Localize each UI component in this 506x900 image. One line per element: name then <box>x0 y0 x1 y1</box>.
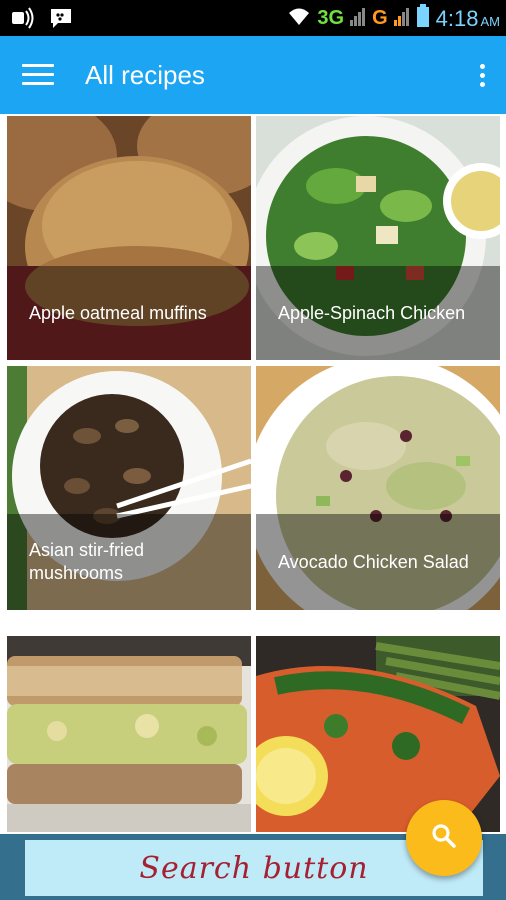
signal-icon <box>10 6 36 35</box>
recipe-card-6[interactable] <box>256 636 500 832</box>
salmon-image <box>256 636 500 832</box>
search-icon <box>430 822 458 855</box>
bbm-icon <box>48 6 74 35</box>
more-vert-icon[interactable] <box>480 64 486 91</box>
recipe-title: Asian stir-fried mushrooms <box>7 514 251 610</box>
page-title: All recipes <box>85 60 205 90</box>
recipe-card-asian-stir-fried-mushrooms[interactable]: Asian stir-fried mushrooms <box>7 366 251 610</box>
network-3g-label: 3G <box>317 7 345 29</box>
network-g-label: G <box>372 7 388 29</box>
status-bar: 3G G 4:18 AM <box>0 0 506 36</box>
recipe-card-avocado-chicken-salad[interactable]: Avocado Chicken Salad <box>256 366 500 610</box>
menu-icon[interactable] <box>22 64 54 86</box>
search-fab-button[interactable] <box>406 800 482 876</box>
battery-icon <box>416 4 430 33</box>
recipe-title: Apple oatmeal muffins <box>7 266 251 360</box>
app-bar: All recipes <box>0 36 506 114</box>
clock-time: 4:18 <box>435 5 479 31</box>
recipe-card-apple-spinach-chicken[interactable]: Apple-Spinach Chicken <box>256 116 500 360</box>
recipe-grid: Apple oatmeal muffins Apple-Spinach Chic… <box>0 114 506 834</box>
sandwich-image <box>7 636 251 832</box>
recipe-card-apple-oatmeal-muffins[interactable]: Apple oatmeal muffins <box>7 116 251 360</box>
cell-signal-2-icon <box>393 6 410 31</box>
banner-text: Search button <box>139 850 369 886</box>
clock: 4:18 AM <box>436 6 500 32</box>
wifi-icon <box>287 5 311 32</box>
cell-signal-icon <box>350 6 366 31</box>
recipe-card-5[interactable] <box>7 636 251 832</box>
clock-ampm: AM <box>480 13 501 29</box>
recipe-title: Avocado Chicken Salad <box>256 514 500 610</box>
recipe-title: Apple-Spinach Chicken <box>256 266 500 360</box>
